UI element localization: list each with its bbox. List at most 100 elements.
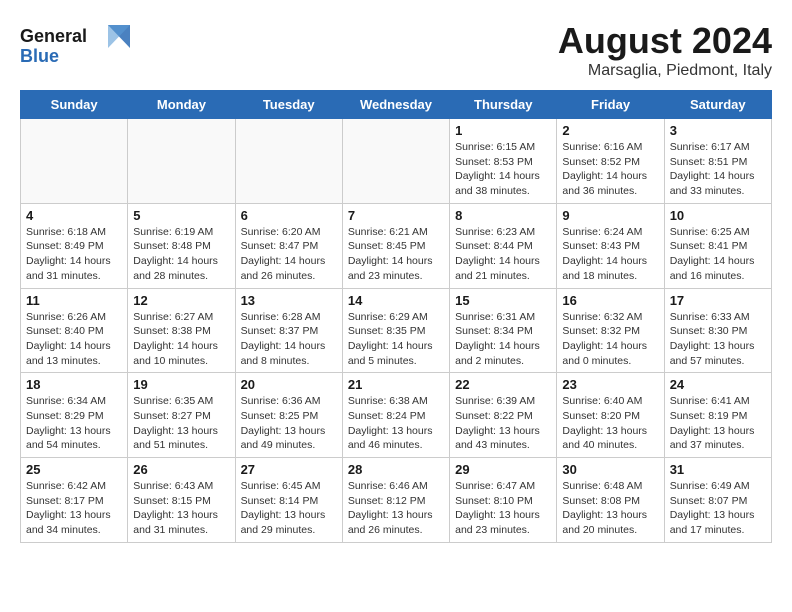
day-info: Sunrise: 6:21 AMSunset: 8:45 PMDaylight:… xyxy=(348,225,444,284)
day-number: 5 xyxy=(133,208,229,223)
calendar-cell-3-3: 21 Sunrise: 6:38 AMSunset: 8:24 PMDayligh… xyxy=(342,373,449,458)
day-number: 22 xyxy=(455,377,551,392)
calendar-cell-0-3 xyxy=(342,119,449,204)
day-number: 4 xyxy=(26,208,122,223)
day-info: Sunrise: 6:20 AMSunset: 8:47 PMDaylight:… xyxy=(241,225,337,284)
day-number: 10 xyxy=(670,208,766,223)
day-number: 8 xyxy=(455,208,551,223)
header-tuesday: Tuesday xyxy=(235,91,342,119)
day-info: Sunrise: 6:19 AMSunset: 8:48 PMDaylight:… xyxy=(133,225,229,284)
calendar-cell-3-2: 20 Sunrise: 6:36 AMSunset: 8:25 PMDayligh… xyxy=(235,373,342,458)
calendar-cell-4-5: 30 Sunrise: 6:48 AMSunset: 8:08 PMDayligh… xyxy=(557,458,664,543)
logo-svg: General Blue xyxy=(20,20,130,70)
calendar-cell-2-0: 11 Sunrise: 6:26 AMSunset: 8:40 PMDayligh… xyxy=(21,288,128,373)
day-info: Sunrise: 6:23 AMSunset: 8:44 PMDaylight:… xyxy=(455,225,551,284)
day-info: Sunrise: 6:38 AMSunset: 8:24 PMDaylight:… xyxy=(348,394,444,453)
calendar-cell-3-0: 18 Sunrise: 6:34 AMSunset: 8:29 PMDayligh… xyxy=(21,373,128,458)
day-info: Sunrise: 6:48 AMSunset: 8:08 PMDaylight:… xyxy=(562,479,658,538)
day-number: 21 xyxy=(348,377,444,392)
header-wednesday: Wednesday xyxy=(342,91,449,119)
calendar-cell-4-4: 29 Sunrise: 6:47 AMSunset: 8:10 PMDayligh… xyxy=(450,458,557,543)
calendar-cell-3-6: 24Sunrise: 6:41 AMSunset: 8:19 PMDayligh… xyxy=(664,373,771,458)
week-row-3: 11 Sunrise: 6:26 AMSunset: 8:40 PMDayligh… xyxy=(21,288,772,373)
day-info: Sunrise: 6:49 AMSunset: 8:07 PMDaylight:… xyxy=(670,479,766,538)
week-row-2: 4 Sunrise: 6:18 AMSunset: 8:49 PMDaylight… xyxy=(21,203,772,288)
day-info: Sunrise: 6:40 AMSunset: 8:20 PMDaylight:… xyxy=(562,394,658,453)
calendar-cell-4-2: 27Sunrise: 6:45 AMSunset: 8:14 PMDayligh… xyxy=(235,458,342,543)
day-number: 11 xyxy=(26,293,122,308)
location: Marsaglia, Piedmont, Italy xyxy=(558,62,772,80)
day-number: 16 xyxy=(562,293,658,308)
day-info: Sunrise: 6:28 AMSunset: 8:37 PMDaylight:… xyxy=(241,310,337,369)
calendar-cell-0-2 xyxy=(235,119,342,204)
calendar-cell-4-6: 31Sunrise: 6:49 AMSunset: 8:07 PMDayligh… xyxy=(664,458,771,543)
day-number: 20 xyxy=(241,377,337,392)
calendar-cell-0-0 xyxy=(21,119,128,204)
day-number: 30 xyxy=(562,462,658,477)
day-info: Sunrise: 6:47 AMSunset: 8:10 PMDaylight:… xyxy=(455,479,551,538)
day-info: Sunrise: 6:25 AMSunset: 8:41 PMDaylight:… xyxy=(670,225,766,284)
calendar-cell-3-5: 23Sunrise: 6:40 AMSunset: 8:20 PMDayligh… xyxy=(557,373,664,458)
day-info: Sunrise: 6:42 AMSunset: 8:17 PMDaylight:… xyxy=(26,479,122,538)
day-number: 17 xyxy=(670,293,766,308)
calendar-cell-1-4: 8 Sunrise: 6:23 AMSunset: 8:44 PMDaylight… xyxy=(450,203,557,288)
header-friday: Friday xyxy=(557,91,664,119)
day-number: 13 xyxy=(241,293,337,308)
day-number: 6 xyxy=(241,208,337,223)
calendar-table: Sunday Monday Tuesday Wednesday Thursday… xyxy=(20,90,772,543)
day-number: 18 xyxy=(26,377,122,392)
calendar-cell-1-1: 5 Sunrise: 6:19 AMSunset: 8:48 PMDaylight… xyxy=(128,203,235,288)
day-info: Sunrise: 6:27 AMSunset: 8:38 PMDaylight:… xyxy=(133,310,229,369)
day-info: Sunrise: 6:34 AMSunset: 8:29 PMDaylight:… xyxy=(26,394,122,453)
day-info: Sunrise: 6:16 AMSunset: 8:52 PMDaylight:… xyxy=(562,140,658,199)
day-info: Sunrise: 6:18 AMSunset: 8:49 PMDaylight:… xyxy=(26,225,122,284)
header-monday: Monday xyxy=(128,91,235,119)
header: General Blue August 2024 Marsaglia, Pied… xyxy=(20,20,772,80)
day-info: Sunrise: 6:35 AMSunset: 8:27 PMDaylight:… xyxy=(133,394,229,453)
svg-text:Blue: Blue xyxy=(20,46,59,66)
week-row-5: 25Sunrise: 6:42 AMSunset: 8:17 PMDayligh… xyxy=(21,458,772,543)
day-info: Sunrise: 6:39 AMSunset: 8:22 PMDaylight:… xyxy=(455,394,551,453)
day-info: Sunrise: 6:26 AMSunset: 8:40 PMDaylight:… xyxy=(26,310,122,369)
header-saturday: Saturday xyxy=(664,91,771,119)
calendar-cell-3-1: 19Sunrise: 6:35 AMSunset: 8:27 PMDayligh… xyxy=(128,373,235,458)
day-number: 12 xyxy=(133,293,229,308)
day-number: 2 xyxy=(562,123,658,138)
day-info: Sunrise: 6:36 AMSunset: 8:25 PMDaylight:… xyxy=(241,394,337,453)
calendar-cell-1-3: 7Sunrise: 6:21 AMSunset: 8:45 PMDaylight… xyxy=(342,203,449,288)
calendar-cell-4-1: 26Sunrise: 6:43 AMSunset: 8:15 PMDayligh… xyxy=(128,458,235,543)
day-info: Sunrise: 6:31 AMSunset: 8:34 PMDaylight:… xyxy=(455,310,551,369)
header-sunday: Sunday xyxy=(21,91,128,119)
calendar-cell-3-4: 22 Sunrise: 6:39 AMSunset: 8:22 PMDayligh… xyxy=(450,373,557,458)
calendar-cell-2-2: 13 Sunrise: 6:28 AMSunset: 8:37 PMDayligh… xyxy=(235,288,342,373)
calendar-cell-1-2: 6 Sunrise: 6:20 AMSunset: 8:47 PMDaylight… xyxy=(235,203,342,288)
day-info: Sunrise: 6:32 AMSunset: 8:32 PMDaylight:… xyxy=(562,310,658,369)
month-year: August 2024 xyxy=(558,20,772,62)
calendar-cell-0-6: 3 Sunrise: 6:17 AMSunset: 8:51 PMDaylight… xyxy=(664,119,771,204)
day-number: 15 xyxy=(455,293,551,308)
day-number: 9 xyxy=(562,208,658,223)
day-info: Sunrise: 6:41 AMSunset: 8:19 PMDaylight:… xyxy=(670,394,766,453)
header-thursday: Thursday xyxy=(450,91,557,119)
day-info: Sunrise: 6:24 AMSunset: 8:43 PMDaylight:… xyxy=(562,225,658,284)
day-number: 3 xyxy=(670,123,766,138)
svg-text:General: General xyxy=(20,26,87,46)
calendar-cell-2-4: 15 Sunrise: 6:31 AMSunset: 8:34 PMDayligh… xyxy=(450,288,557,373)
day-number: 29 xyxy=(455,462,551,477)
calendar-cell-2-3: 14Sunrise: 6:29 AMSunset: 8:35 PMDayligh… xyxy=(342,288,449,373)
day-info: Sunrise: 6:17 AMSunset: 8:51 PMDaylight:… xyxy=(670,140,766,199)
calendar-cell-2-6: 17Sunrise: 6:33 AMSunset: 8:30 PMDayligh… xyxy=(664,288,771,373)
days-header-row: Sunday Monday Tuesday Wednesday Thursday… xyxy=(21,91,772,119)
calendar-cell-1-0: 4 Sunrise: 6:18 AMSunset: 8:49 PMDaylight… xyxy=(21,203,128,288)
calendar-cell-0-5: 2 Sunrise: 6:16 AMSunset: 8:52 PMDaylight… xyxy=(557,119,664,204)
calendar-cell-1-5: 9 Sunrise: 6:24 AMSunset: 8:43 PMDaylight… xyxy=(557,203,664,288)
calendar-cell-2-1: 12 Sunrise: 6:27 AMSunset: 8:38 PMDayligh… xyxy=(128,288,235,373)
title-area: August 2024 Marsaglia, Piedmont, Italy xyxy=(558,20,772,80)
week-row-1: 1Sunrise: 6:15 AMSunset: 8:53 PMDaylight… xyxy=(21,119,772,204)
calendar-cell-4-0: 25Sunrise: 6:42 AMSunset: 8:17 PMDayligh… xyxy=(21,458,128,543)
week-row-4: 18 Sunrise: 6:34 AMSunset: 8:29 PMDayligh… xyxy=(21,373,772,458)
calendar-cell-1-6: 10 Sunrise: 6:25 AMSunset: 8:41 PMDayligh… xyxy=(664,203,771,288)
day-number: 1 xyxy=(455,123,551,138)
calendar-cell-2-5: 16 Sunrise: 6:32 AMSunset: 8:32 PMDayligh… xyxy=(557,288,664,373)
day-info: Sunrise: 6:46 AMSunset: 8:12 PMDaylight:… xyxy=(348,479,444,538)
